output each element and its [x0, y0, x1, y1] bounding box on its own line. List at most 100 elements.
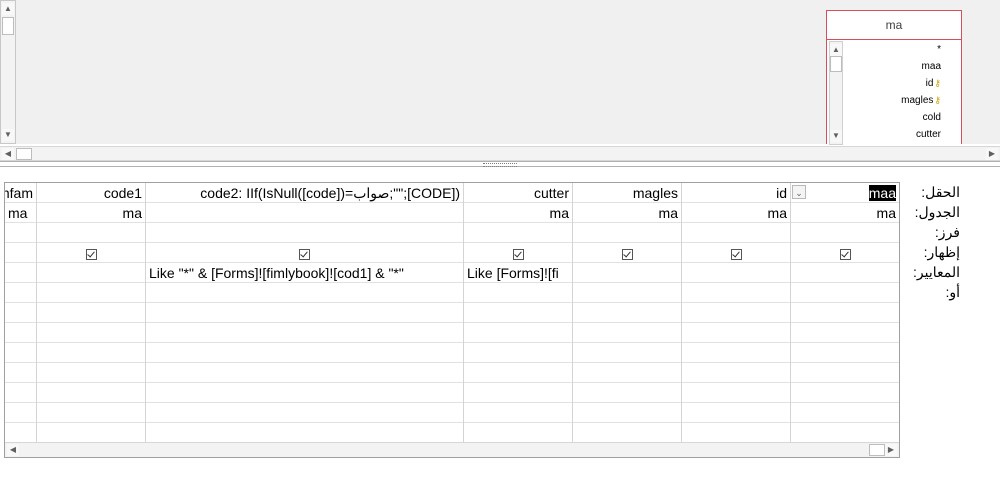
empty-cell[interactable]	[573, 423, 681, 443]
diagram-horizontal-scrollbar[interactable]: ◀ ▶	[0, 146, 1000, 161]
criteria-cell[interactable]	[682, 263, 790, 283]
empty-cell[interactable]	[573, 323, 681, 343]
empty-cell[interactable]	[146, 363, 463, 383]
empty-cell[interactable]	[146, 343, 463, 363]
empty-cell[interactable]	[37, 423, 145, 443]
field-cell[interactable]: code2: IIf(IsNull([code])=صواب;"";[CODE]…	[146, 183, 463, 203]
scroll-thumb[interactable]	[2, 17, 14, 35]
empty-cell[interactable]	[5, 363, 36, 383]
show-cell[interactable]	[5, 243, 36, 263]
empty-cell[interactable]	[146, 323, 463, 343]
triangle-down-icon[interactable]: ▼	[2, 129, 14, 141]
criteria-cell[interactable]	[791, 263, 899, 283]
checkbox-checked-icon[interactable]	[299, 248, 310, 260]
empty-cell[interactable]	[791, 343, 899, 363]
table-title[interactable]: ma	[827, 11, 961, 40]
grid-column[interactable]: code2: IIf(IsNull([code])=صواب;"";[CODE]…	[146, 183, 464, 443]
empty-cell[interactable]	[682, 423, 790, 443]
empty-cell[interactable]	[464, 303, 572, 323]
field-cell[interactable]: code1	[37, 183, 145, 203]
empty-cell[interactable]	[5, 403, 36, 423]
show-cell[interactable]	[464, 243, 572, 263]
grid-column[interactable]: nfam ma	[5, 183, 37, 443]
pane-splitter[interactable]	[0, 161, 1000, 167]
empty-cell[interactable]	[5, 423, 36, 443]
triangle-up-icon[interactable]: ▲	[2, 3, 14, 15]
sort-cell[interactable]	[464, 223, 572, 243]
empty-cell[interactable]	[464, 343, 572, 363]
triangle-right-icon[interactable]: ▶	[885, 444, 897, 456]
field-cell[interactable]: cutter	[464, 183, 572, 203]
empty-cell[interactable]	[5, 383, 36, 403]
field-item[interactable]: maa	[843, 58, 941, 75]
chevron-down-icon[interactable]: ⌄	[792, 185, 806, 199]
empty-cell[interactable]	[573, 383, 681, 403]
splitter-grip[interactable]	[483, 163, 517, 167]
empty-cell[interactable]	[5, 303, 36, 323]
grid-horizontal-scrollbar[interactable]: ◀ ▶	[5, 442, 899, 457]
empty-cell[interactable]	[37, 383, 145, 403]
sort-cell[interactable]	[682, 223, 790, 243]
field-item[interactable]: id⚷	[843, 75, 941, 92]
empty-cell[interactable]	[573, 403, 681, 423]
or-cell[interactable]	[682, 283, 790, 303]
empty-cell[interactable]	[682, 303, 790, 323]
checkbox-checked-icon[interactable]	[730, 248, 742, 260]
empty-cell[interactable]	[464, 323, 572, 343]
show-cell[interactable]	[682, 243, 790, 263]
scroll-thumb[interactable]	[830, 56, 842, 72]
field-cell[interactable]: maa ⌄	[791, 183, 899, 203]
empty-cell[interactable]	[682, 383, 790, 403]
triangle-left-icon[interactable]: ◀	[2, 148, 14, 160]
or-cell[interactable]	[791, 283, 899, 303]
empty-cell[interactable]	[464, 423, 572, 443]
sort-cell[interactable]	[573, 223, 681, 243]
empty-cell[interactable]	[464, 403, 572, 423]
show-cell[interactable]	[791, 243, 899, 263]
empty-cell[interactable]	[682, 323, 790, 343]
empty-cell[interactable]	[573, 343, 681, 363]
empty-cell[interactable]	[791, 363, 899, 383]
diagram-vertical-scrollbar[interactable]: ▲ ▼	[0, 0, 16, 144]
table-cell[interactable]: ma	[682, 203, 790, 223]
empty-cell[interactable]	[464, 363, 572, 383]
or-cell[interactable]	[464, 283, 572, 303]
table-cell[interactable]: ma	[5, 203, 36, 223]
sort-cell[interactable]	[791, 223, 899, 243]
field-cell[interactable]: nfam	[5, 183, 36, 203]
empty-cell[interactable]	[573, 303, 681, 323]
grid-column[interactable]: id ma	[682, 183, 791, 443]
empty-cell[interactable]	[37, 343, 145, 363]
checkbox-checked-icon[interactable]	[621, 248, 633, 260]
empty-cell[interactable]	[682, 363, 790, 383]
or-cell[interactable]	[146, 283, 463, 303]
or-cell[interactable]	[37, 283, 145, 303]
table-cell[interactable]	[146, 203, 463, 223]
field-item[interactable]: magles⚷	[843, 92, 941, 109]
table-field-list[interactable]: ma ▲ ▼ * maa id⚷ magles⚷ cold cutter	[826, 10, 962, 145]
criteria-cell[interactable]	[37, 263, 145, 283]
triangle-up-icon[interactable]: ▲	[830, 44, 842, 56]
table-cell[interactable]: ma	[791, 203, 899, 223]
criteria-cell[interactable]: Like "*" & [Forms]![fimlybook]![cod1] & …	[146, 263, 463, 283]
empty-cell[interactable]	[5, 323, 36, 343]
field-item[interactable]: cold	[843, 109, 941, 126]
table-cell[interactable]: ma	[37, 203, 145, 223]
checkbox-checked-icon[interactable]	[512, 248, 524, 260]
grid-column[interactable]: maa ⌄ ma	[791, 183, 899, 443]
empty-cell[interactable]	[37, 363, 145, 383]
criteria-cell[interactable]: Like [Forms]![fi	[464, 263, 572, 283]
grid-column[interactable]: code1 ma	[37, 183, 146, 443]
triangle-left-icon[interactable]: ◀	[7, 444, 19, 456]
empty-cell[interactable]	[5, 343, 36, 363]
sort-cell[interactable]	[5, 223, 36, 243]
field-cell[interactable]: id	[682, 183, 790, 203]
field-list-scrollbar[interactable]: ▲ ▼	[829, 41, 843, 145]
field-item[interactable]: cutter	[843, 126, 941, 143]
query-design-grid[interactable]: maa ⌄ ma id ma magles ma cutter ma Like [Forms]![…	[4, 182, 900, 458]
empty-cell[interactable]	[146, 423, 463, 443]
field-cell[interactable]: magles	[573, 183, 681, 203]
empty-cell[interactable]	[146, 303, 463, 323]
empty-cell[interactable]	[791, 383, 899, 403]
table-cell[interactable]: ma	[573, 203, 681, 223]
